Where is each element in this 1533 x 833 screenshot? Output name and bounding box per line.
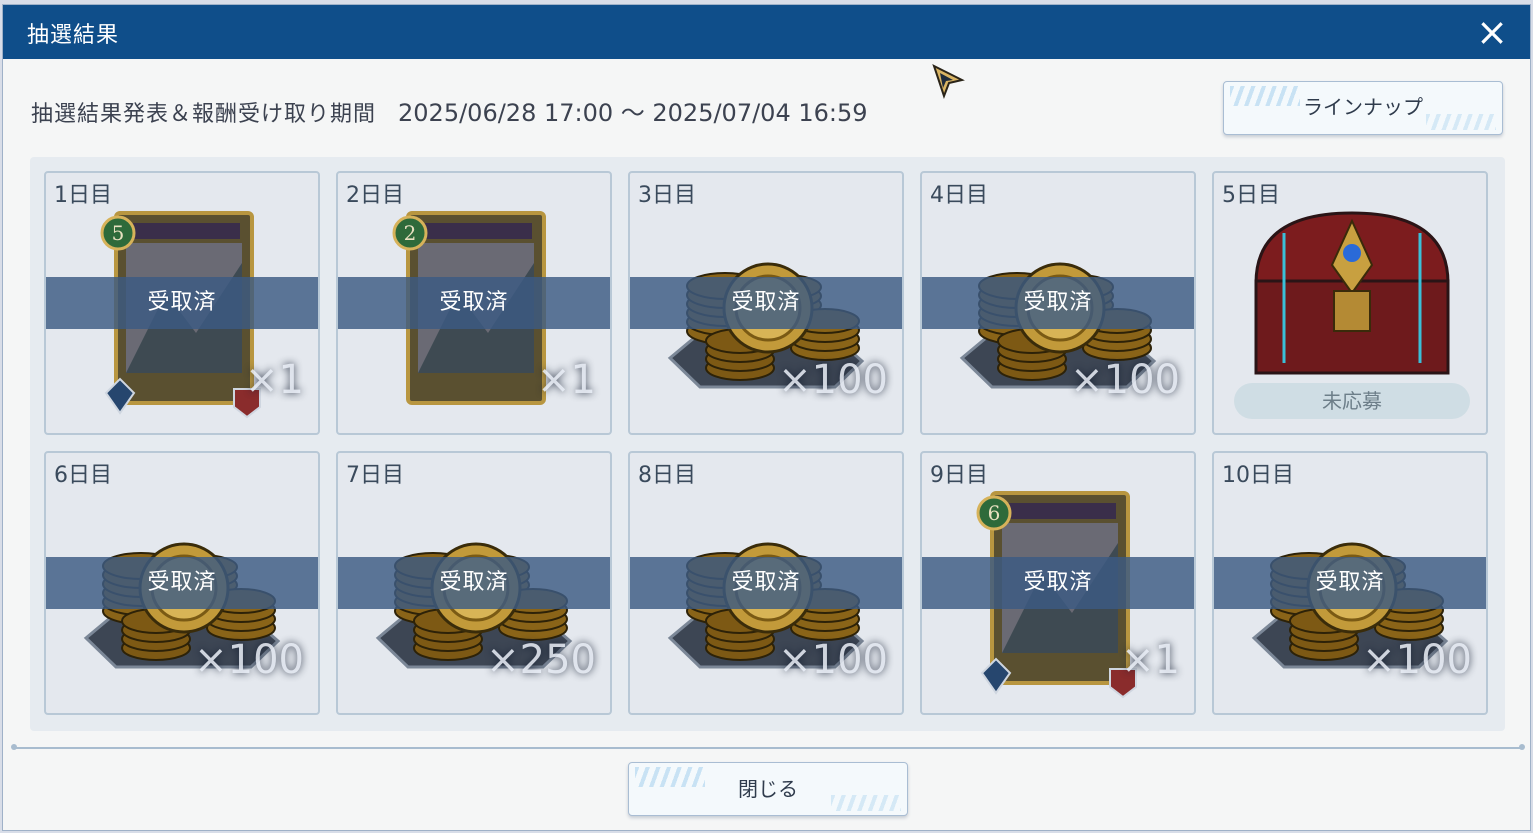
period-text: 抽選結果発表＆報酬受け取り期間 2025/06/28 17:00 ～ 2025/0… bbox=[31, 93, 868, 128]
period-range: 2025/06/28 17:00 ～ 2025/07/04 16:59 bbox=[398, 99, 868, 127]
received-band: 受取済 bbox=[338, 557, 610, 609]
reward-card[interactable]: 3日目 ×100 受取済 bbox=[628, 171, 904, 435]
svg-text:5: 5 bbox=[112, 221, 125, 245]
reward-quantity: ×250 bbox=[486, 637, 596, 683]
mouse-cursor-icon bbox=[932, 64, 965, 99]
dialog-title: 抽選結果 bbox=[27, 23, 120, 48]
day-label: 9日目 bbox=[930, 463, 988, 488]
title-bar: 抽選結果 × bbox=[3, 5, 1530, 59]
reward-card[interactable]: 5日目未応募 bbox=[1212, 171, 1488, 435]
reward-card[interactable]: 2 2日目 ×1 受取済 bbox=[336, 171, 612, 435]
day-label: 4日目 bbox=[930, 183, 988, 208]
reward-card[interactable]: 4日目 ×100 受取済 bbox=[920, 171, 1196, 435]
reward-quantity: ×100 bbox=[1362, 637, 1472, 683]
received-band: 受取済 bbox=[1214, 557, 1486, 609]
svg-text:2: 2 bbox=[404, 221, 417, 245]
close-icon[interactable]: × bbox=[1472, 11, 1512, 53]
reward-card[interactable]: 10日目 ×100 受取済 bbox=[1212, 451, 1488, 715]
reward-card[interactable]: 6日目 ×100 受取済 bbox=[44, 451, 320, 715]
received-band: 受取済 bbox=[922, 277, 1194, 329]
day-label: 7日目 bbox=[346, 463, 404, 488]
lineup-button-label: ラインナップ bbox=[1303, 95, 1423, 119]
reward-card[interactable]: 5 1日目 ×1 受取済 bbox=[44, 171, 320, 435]
reward-card[interactable]: 7日目 ×250 受取済 bbox=[336, 451, 612, 715]
day-label: 3日目 bbox=[638, 183, 696, 208]
received-band: 受取済 bbox=[46, 557, 318, 609]
svg-text:6: 6 bbox=[988, 501, 1001, 525]
day-label: 10日目 bbox=[1222, 463, 1294, 488]
reward-card[interactable]: 8日目 ×100 受取済 bbox=[628, 451, 904, 715]
received-band: 受取済 bbox=[630, 557, 902, 609]
day-label: 6日目 bbox=[54, 463, 112, 488]
reward-quantity: ×1 bbox=[1121, 637, 1180, 683]
not-entered-badge: 未応募 bbox=[1234, 383, 1470, 419]
reward-quantity: ×100 bbox=[1070, 357, 1180, 403]
lottery-result-dialog: 抽選結果 × 抽選結果発表＆報酬受け取り期間 2025/06/28 17:00 ～… bbox=[2, 4, 1531, 831]
reward-quantity: ×1 bbox=[537, 357, 596, 403]
reward-quantity: ×100 bbox=[778, 637, 888, 683]
reward-quantity: ×100 bbox=[778, 357, 888, 403]
reward-quantity: ×100 bbox=[194, 637, 304, 683]
close-button[interactable]: 閉じる bbox=[628, 762, 908, 816]
reward-card[interactable]: 6 9日目 ×1 受取済 bbox=[920, 451, 1196, 715]
period-label: 抽選結果発表＆報酬受け取り期間 bbox=[31, 102, 377, 127]
day-label: 8日目 bbox=[638, 463, 696, 488]
received-band: 受取済 bbox=[46, 277, 318, 329]
received-band: 受取済 bbox=[338, 277, 610, 329]
received-band: 受取済 bbox=[630, 277, 902, 329]
lineup-button[interactable]: ラインナップ bbox=[1223, 81, 1503, 135]
received-band: 受取済 bbox=[922, 557, 1194, 609]
day-label: 5日目 bbox=[1222, 183, 1280, 208]
close-button-label: 閉じる bbox=[738, 777, 798, 801]
day-label: 1日目 bbox=[54, 183, 112, 208]
reward-quantity: ×1 bbox=[245, 357, 304, 403]
divider bbox=[11, 744, 1525, 750]
day-label: 2日目 bbox=[346, 183, 404, 208]
